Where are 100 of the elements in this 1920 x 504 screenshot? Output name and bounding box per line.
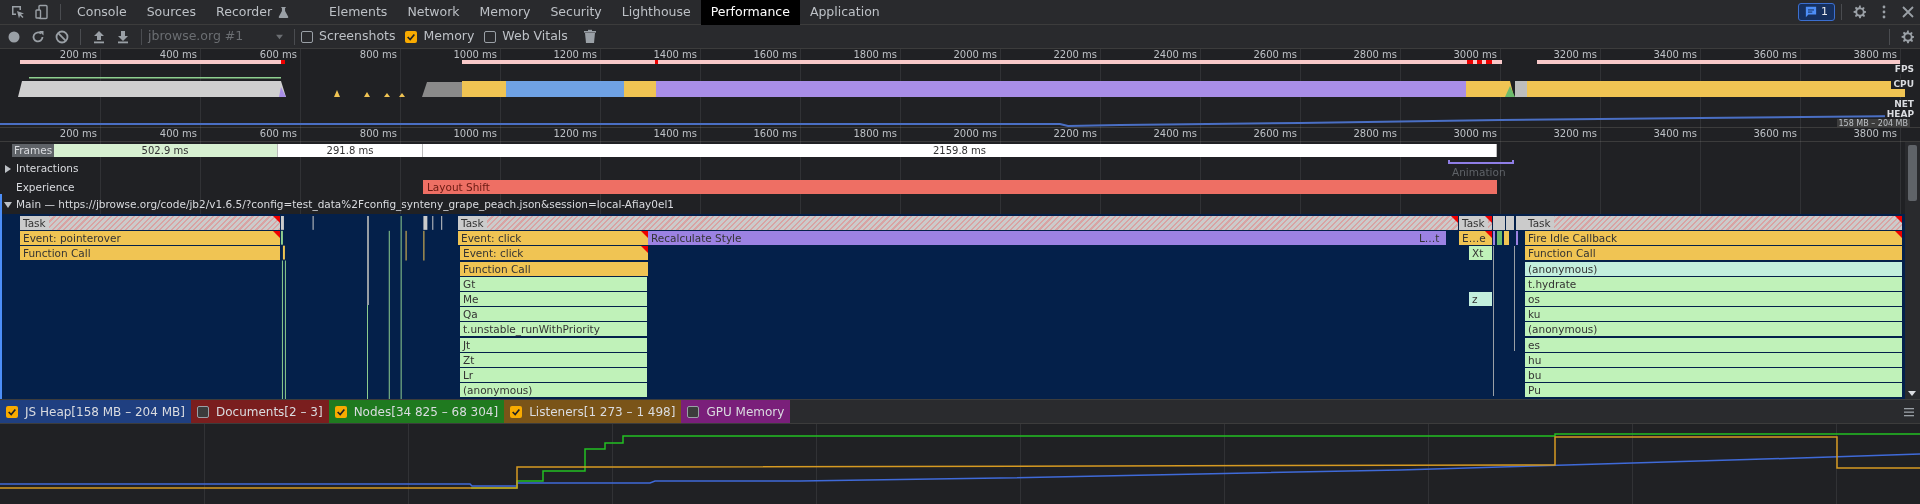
flame-block[interactable]: os — [1525, 292, 1902, 306]
expand-triangle-icon[interactable] — [4, 165, 12, 173]
interaction-bracket[interactable] — [1448, 160, 1514, 164]
checkbox[interactable] — [301, 30, 313, 43]
flame-block[interactable]: Function Call — [1525, 246, 1902, 261]
checkbox-option[interactable]: Memory — [405, 27, 475, 46]
tick-label: 2400 ms — [1153, 128, 1197, 140]
download-icon — [115, 28, 131, 45]
tick-label: 3600 ms — [1753, 128, 1797, 140]
frame-bar[interactable]: 2159.8 ms — [423, 144, 1497, 157]
checkbox[interactable] — [6, 405, 18, 418]
flame-block[interactable]: L…t — [1416, 231, 1446, 246]
flame-block[interactable]: hu — [1525, 352, 1902, 367]
flame-block[interactable]: Lr — [460, 368, 647, 382]
tick-label: 2000 ms — [953, 49, 997, 61]
tab[interactable]: Application — [799, 0, 890, 25]
tick-label: 1000 ms — [453, 49, 497, 61]
tick-label: 3200 ms — [1553, 49, 1597, 61]
flame-block[interactable]: Function Call — [20, 246, 280, 261]
reload-icon — [30, 28, 46, 45]
tick-label: 400 ms — [159, 49, 197, 61]
checkbox-option[interactable]: Web Vitals — [484, 27, 568, 46]
frame-bar[interactable]: 291.8 ms — [278, 144, 423, 157]
flame-block[interactable]: z — [1469, 292, 1492, 306]
track-label: NET — [1892, 99, 1916, 109]
counter-toggle[interactable]: JS Heap[158 MB – 204 MB] — [0, 400, 191, 423]
tab[interactable]: Performance — [700, 0, 800, 25]
tab[interactable]: Elements — [319, 0, 398, 25]
tick-label: 3600 ms — [1753, 49, 1797, 61]
flame-block[interactable]: Jt — [460, 337, 647, 352]
checkbox[interactable] — [687, 405, 700, 418]
flame-block[interactable]: Gt — [460, 276, 647, 291]
tick-label: 600 ms — [259, 128, 297, 140]
flame-block[interactable]: es — [1525, 337, 1902, 352]
tick-label: 2400 ms — [1153, 49, 1197, 61]
checkbox[interactable] — [196, 405, 209, 418]
checkbox[interactable] — [334, 405, 347, 418]
scrollbar[interactable] — [1905, 142, 1920, 399]
checkbox[interactable] — [510, 405, 523, 418]
tick-label: 1600 ms — [753, 128, 797, 140]
flask-icon — [278, 5, 290, 19]
tick-label: 1400 ms — [653, 49, 697, 61]
flame-block[interactable]: Me — [460, 292, 647, 306]
flame-block[interactable]: Task — [1459, 216, 1492, 230]
checkbox[interactable] — [484, 30, 497, 43]
flame-block[interactable]: ku — [1525, 307, 1902, 322]
track-title: Main — https://jbrowse.org/code/jb2/v1.6.5/?config=test_data%2Fconfig_synteny_grape_peach.json&session=local-Afiay0el1 — [16, 197, 675, 212]
flame-block[interactable]: Zt — [460, 352, 647, 367]
flame-block[interactable]: Task — [458, 216, 1458, 230]
checkbox[interactable] — [405, 30, 418, 43]
tick-label: 1000 ms — [453, 128, 497, 140]
flame-block[interactable]: (anonymous) — [460, 383, 647, 398]
flame-block[interactable]: bu — [1525, 368, 1902, 382]
tick-label: 400 ms — [159, 128, 197, 140]
tick-label: 200 ms — [59, 49, 97, 61]
flame-block[interactable]: t.hydrate — [1525, 276, 1902, 291]
clear-icon — [54, 28, 70, 45]
track-title: Frames — [12, 144, 55, 157]
flame-block[interactable]: Recalculate Style — [648, 231, 1416, 246]
tick-label: 800 ms — [359, 128, 397, 140]
tick-label: 600 ms — [259, 49, 297, 61]
flame-block[interactable]: Function Call — [460, 261, 648, 276]
counter-toggle[interactable]: Listeners[1 273 – 1 498] — [504, 400, 682, 423]
checkbox-option[interactable]: Screenshots — [301, 27, 396, 46]
tick-label: 1200 ms — [553, 49, 597, 61]
tab[interactable]: Recorder — [206, 0, 320, 25]
tick-label: 2000 ms — [953, 128, 997, 140]
flame-block[interactable]: (anonymous) — [1525, 322, 1902, 337]
flame-block[interactable]: Event: pointerover — [20, 231, 280, 246]
flame-block[interactable]: Task — [1525, 216, 1902, 230]
flame-block[interactable]: Qa — [460, 307, 647, 322]
upload-icon — [91, 28, 107, 45]
flame-block[interactable]: (anonymous) — [1525, 261, 1902, 276]
tab[interactable]: Memory — [469, 0, 541, 25]
tab[interactable]: Lighthouse — [611, 0, 701, 25]
tick-label: 2600 ms — [1253, 128, 1297, 140]
counter-toggle[interactable]: Documents[2 – 3] — [190, 400, 329, 423]
tick-label: 3200 ms — [1553, 128, 1597, 140]
frame-bar[interactable]: 502.9 ms — [53, 144, 278, 157]
caret-icon — [275, 33, 284, 40]
flame-block[interactable]: E…e — [1459, 231, 1492, 246]
flame-block[interactable]: Task — [20, 216, 280, 230]
flame-block[interactable]: t.unstable_runWithPriority — [460, 322, 647, 337]
collapse-triangle-icon[interactable] — [4, 201, 12, 209]
counter-toggle[interactable]: Nodes[34 825 – 68 304] — [328, 400, 505, 423]
flame-block[interactable]: Event: click — [460, 246, 648, 261]
menu-icon[interactable] — [1904, 406, 1914, 417]
flame-block[interactable]: Event: click — [458, 231, 648, 246]
flame-block[interactable]: Fire Idle Callback — [1525, 231, 1902, 246]
tab[interactable]: Sources — [136, 0, 207, 25]
layout-shift-bar[interactable]: Layout Shift — [423, 180, 1497, 194]
tab[interactable]: Console — [67, 0, 137, 25]
tab[interactable]: Network — [397, 0, 470, 25]
tick-label: 1800 ms — [853, 128, 897, 140]
flame-block[interactable]: Xt — [1469, 246, 1492, 261]
tab[interactable]: Security — [540, 0, 612, 25]
issues-button[interactable]: 1 — [1798, 3, 1835, 21]
flame-block[interactable]: Pu — [1525, 383, 1902, 398]
counter-toggle[interactable]: GPU Memory — [681, 400, 791, 423]
tick-label: 3800 ms — [1853, 49, 1897, 61]
